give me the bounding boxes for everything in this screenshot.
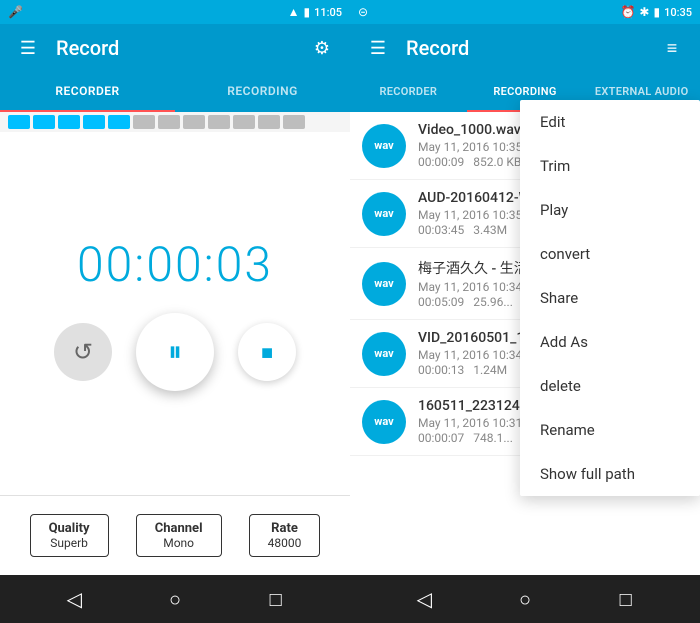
left-settings-button[interactable]: ⚙ [306,32,338,64]
wifi-icon: ▲ [288,5,300,19]
context-menu-edit[interactable]: Edit [520,100,700,144]
context-menu-share[interactable]: Share [520,276,700,320]
prog-block-10 [233,115,255,129]
rate-value: 48000 [268,536,302,550]
context-menu-add-as[interactable]: Add As [520,320,700,364]
timer-section: 00:00:03 ↺ ⏸ ■ [0,132,350,495]
quality-value: Superb [50,536,88,550]
quality-channel: Channel Mono [136,514,222,557]
stop-icon: ■ [261,340,273,365]
wav-badge-2: wav [362,192,406,236]
context-menu-show-full-path[interactable]: Show full path [520,452,700,496]
right-time: 10:35 [664,6,692,19]
left-status-bar-right: ▲ ▮ 11:05 [288,5,342,19]
prog-block-12 [283,115,305,129]
prog-block-3 [58,115,80,129]
prog-block-8 [183,115,205,129]
controls: ↺ ⏸ ■ [54,313,296,391]
alarm-icon: ⏰ [620,5,635,19]
quality-bar: Quality Superb Channel Mono Rate 48000 [0,495,350,575]
right-recent-button[interactable]: □ [606,579,646,619]
right-app-title: Record [406,36,656,60]
left-nav-bar: ◁ ○ □ [0,575,350,623]
tab-recording-left[interactable]: RECORDING [175,72,350,112]
left-menu-button[interactable]: ☰ [12,32,44,64]
wav-badge-3: wav [362,262,406,306]
channel-value: Mono [163,536,194,550]
rate-label: Rate [271,521,298,536]
wav-badge-4: wav [362,332,406,376]
prog-block-7 [158,115,180,129]
quality-superb: Quality Superb [30,514,109,557]
right-battery-icon: ▮ [653,5,660,19]
right-panel: ⊝ ⏰ ✱ ▮ 10:35 ☰ Record ≡ RECORDER RECORD… [350,0,700,623]
context-menu-convert[interactable]: convert [520,232,700,276]
prog-block-9 [208,115,230,129]
right-status-bar-left: ⊝ [358,5,368,19]
progress-container [0,112,350,132]
context-menu-delete[interactable]: delete [520,364,700,408]
pause-icon: ⏸ [168,335,182,369]
context-menu: Edit Trim Play convert Share Add As dele… [520,100,700,496]
right-home-button[interactable]: ○ [505,579,545,619]
left-home-button[interactable]: ○ [155,579,195,619]
right-bluetooth-icon: ✱ [639,5,649,19]
quality-rate: Rate 48000 [249,514,321,557]
right-top-bar: ☰ Record ≡ [350,24,700,72]
stop-button[interactable]: ■ [238,323,296,381]
prog-block-11 [258,115,280,129]
tab-recorder-left[interactable]: RECORDER [0,72,175,112]
right-menu-button[interactable]: ☰ [362,32,394,64]
prog-block-6 [133,115,155,129]
left-tabs: RECORDER RECORDING [0,72,350,112]
context-menu-play[interactable]: Play [520,188,700,232]
left-status-bar-left: 🎤 [8,5,23,19]
context-menu-trim[interactable]: Trim [520,144,700,188]
right-status-bar: ⊝ ⏰ ✱ ▮ 10:35 [350,0,700,24]
battery-icon: ▮ [303,5,310,19]
left-time: 11:05 [314,6,342,19]
prog-block-5 [108,115,130,129]
right-status-bar-right: ⏰ ✱ ▮ 10:35 [620,5,692,19]
left-top-bar: ☰ Record ⚙ [0,24,350,72]
left-app-title: Record [56,36,306,60]
pause-button[interactable]: ⏸ [136,313,214,391]
right-nav-bar: ◁ ○ □ [350,575,700,623]
left-recent-button[interactable]: □ [256,579,296,619]
wav-badge-5: wav [362,400,406,444]
left-back-button[interactable]: ◁ [54,579,94,619]
prog-block-1 [8,115,30,129]
quality-label: Quality [49,521,90,536]
left-panel: 🎤 ▲ ▮ 11:05 ☰ Record ⚙ RECORDER RECORDIN… [0,0,350,623]
wav-badge-1: wav [362,124,406,168]
timer-display: 00:00:03 [77,236,273,293]
right-more-button[interactable]: ≡ [656,32,688,64]
reset-icon: ↺ [73,338,93,366]
prog-block-4 [83,115,105,129]
tab-recorder-right[interactable]: RECORDER [350,72,467,112]
right-back-button[interactable]: ◁ [404,579,444,619]
microphone-icon: 🎤 [8,5,23,19]
left-status-bar: 🎤 ▲ ▮ 11:05 [0,0,350,24]
record-indicator-icon: ⊝ [358,5,368,19]
reset-button[interactable]: ↺ [54,323,112,381]
context-menu-rename[interactable]: Rename [520,408,700,452]
prog-block-2 [33,115,55,129]
channel-label: Channel [155,521,203,536]
